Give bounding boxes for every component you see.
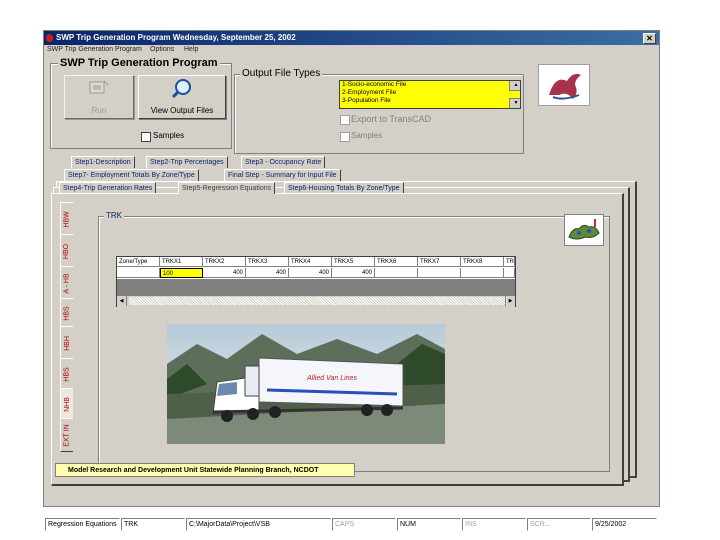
side-tab-hbw[interactable]: HBW: [60, 202, 73, 236]
truck-photo: Allied Van Lines: [167, 324, 445, 444]
tab-step3[interactable]: Step3 - Occupancy Rate: [241, 156, 326, 168]
side-tab-nhb[interactable]: NHB: [60, 388, 73, 420]
grid-column-header: TRKX8: [461, 257, 504, 267]
title-bar: SWP Trip Generation Program Wednesday, S…: [44, 31, 659, 45]
grid-hscrollbar[interactable]: ◀ ▶: [117, 295, 515, 307]
scroll-right-arrow-icon[interactable]: ▶: [505, 296, 515, 306]
close-button[interactable]: ✕: [643, 33, 656, 44]
app-window: SWP Trip Generation Program Wednesday, S…: [43, 30, 660, 531]
truck-image-icon: Allied Van Lines: [167, 324, 445, 444]
samples-label: Samples: [153, 131, 185, 140]
side-tab-hbh[interactable]: HBH: [60, 326, 73, 360]
grid-cell[interactable]: 400: [203, 268, 246, 278]
scroll-down-arrow-icon[interactable]: ▼: [509, 98, 520, 108]
tab-final-step[interactable]: Final Step - Summary for Input File: [224, 169, 341, 181]
tab-step7[interactable]: Step7- Employment Totals By Zone/Type: [64, 169, 199, 181]
logo-frame: [538, 64, 590, 106]
tab-step5[interactable]: Step5-Regression Equations: [178, 182, 276, 194]
grid-column-header: TRKX4: [289, 257, 332, 267]
app-icon: [46, 34, 53, 42]
grid-cell[interactable]: 400: [332, 268, 375, 278]
scroll-left-arrow-icon[interactable]: ◀: [117, 296, 127, 306]
samples-checkbox[interactable]: [141, 132, 151, 142]
window-title: SWP Trip Generation Program Wednesday, S…: [56, 33, 296, 42]
magnifier-icon: [171, 79, 191, 98]
side-tab-a-hb[interactable]: A - HB: [60, 266, 73, 300]
tab-step1[interactable]: Step1-Description: [71, 156, 135, 168]
grid-column-header: TRKX6: [375, 257, 418, 267]
status-ins: INS: [462, 518, 526, 531]
grid-cell[interactable]: [461, 268, 504, 278]
run-button[interactable]: Run: [64, 75, 134, 119]
output-file-item[interactable]: 3-Population File: [340, 97, 520, 105]
grid-column-header: TRKX3: [246, 257, 289, 267]
view-output-files-label: View Output Files: [150, 106, 214, 115]
footer-note: Model Research and Development Unit Stat…: [55, 463, 355, 477]
grid-column-header: TRKX2: [203, 257, 246, 267]
status-section-table: TRK: [121, 518, 185, 531]
trk-grid[interactable]: Zone/Type TRKX1 100 TRKX2 400 TRKX3 400 TRKX4 40…: [116, 256, 516, 307]
run-icon: [89, 80, 109, 94]
status-section-name: Regression Equations: [45, 518, 120, 531]
scroll-up-arrow-icon[interactable]: ▲: [509, 81, 520, 91]
side-tab-hbs-2[interactable]: HBS: [60, 358, 73, 390]
bird-logo-icon: [549, 73, 581, 100]
menu-program[interactable]: SWP Trip Generation Program: [47, 45, 142, 55]
side-tab-hbs[interactable]: HBS: [60, 298, 73, 328]
svg-text:Allied Van Lines: Allied Van Lines: [306, 375, 357, 382]
grid-cell[interactable]: 400: [246, 268, 289, 278]
regression-equations-page: HBW HBO A - HB HBS HBH HBS NHB EXT IN TR…: [51, 193, 624, 486]
grid-column-header: TRKX5: [332, 257, 375, 267]
status-section-path: C:\MajorData\Project\VSB: [186, 518, 331, 531]
trk-panel-title: TRK: [104, 211, 124, 220]
output-file-list[interactable]: 1-Socio-economic File 2-Employment File …: [339, 80, 521, 109]
menu-options[interactable]: Options: [150, 45, 174, 55]
side-tab-ext-in[interactable]: EXT IN: [60, 418, 73, 452]
menu-bar: SWP Trip Generation Program Options Help: [44, 45, 659, 55]
menu-help[interactable]: Help: [184, 45, 198, 55]
grid-column-header: TRKX7: [418, 257, 461, 267]
grid-column-header: TRKX1: [160, 257, 203, 267]
grid-cell[interactable]: 400: [289, 268, 332, 278]
status-scr: SCR...: [527, 518, 591, 531]
output-samples-checkbox[interactable]: [340, 132, 350, 142]
status-date: 9/25/2002: [592, 518, 657, 531]
output-file-item[interactable]: 1-Socio-economic File: [340, 81, 520, 89]
side-tab-hbo[interactable]: HBO: [60, 234, 73, 268]
grid-cell[interactable]: [504, 268, 515, 278]
status-num: NUM: [397, 518, 461, 531]
export-transcad-label: Export to TransCAD: [351, 114, 432, 124]
run-label: Run: [91, 106, 107, 115]
export-transcad-checkbox[interactable]: [340, 115, 350, 125]
grid-column-header: TRKX9: [504, 257, 515, 267]
status-caps: CAPS: [332, 518, 396, 531]
grid-cell[interactable]: 100: [160, 268, 203, 278]
output-file-types-title: Output File Types: [240, 68, 323, 79]
grid-cell[interactable]: [375, 268, 418, 278]
map-icon: [564, 214, 604, 246]
grid-column-header: Zone/Type: [117, 257, 160, 267]
view-output-files-button[interactable]: View Output Files: [138, 75, 226, 119]
grid-cell[interactable]: [418, 268, 461, 278]
tab-step2[interactable]: Step2-Trip Percentages: [146, 156, 228, 168]
output-samples-label: Samples: [351, 131, 383, 140]
program-group-title: SWP Trip Generation Program: [58, 57, 220, 69]
grid-cell[interactable]: [117, 268, 160, 278]
output-file-item[interactable]: 2-Employment File: [340, 89, 520, 97]
